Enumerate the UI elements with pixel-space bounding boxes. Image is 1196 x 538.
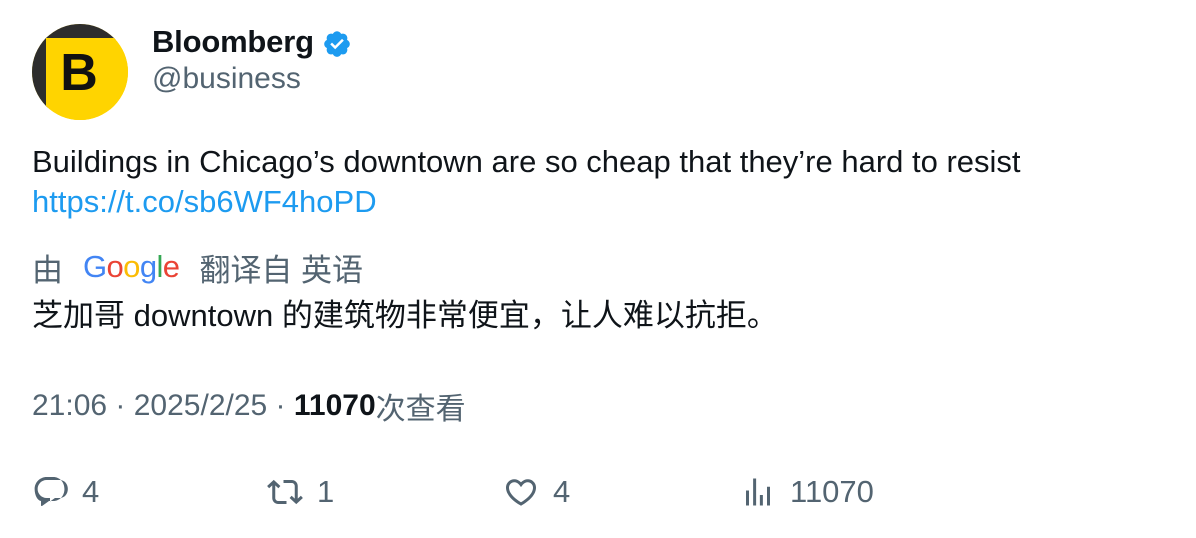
tweet-text: Buildings in Chicago’s downtown are so c… bbox=[32, 142, 1162, 222]
reply-icon bbox=[34, 477, 68, 507]
google-logo-letter: g bbox=[139, 249, 157, 284]
action-bar: 4 1 4 11070 bbox=[0, 470, 1196, 514]
author-name[interactable]: Bloomberg bbox=[152, 24, 314, 60]
google-logo-letter: e bbox=[162, 249, 180, 284]
verified-badge-icon[interactable] bbox=[322, 29, 352, 59]
retweet-icon bbox=[267, 479, 303, 505]
tweet-meta: 21:06 · 2025/2/25 · 11070 次查看 bbox=[32, 384, 466, 428]
heart-icon bbox=[505, 479, 537, 506]
translated-from-label: 翻译自 英语 bbox=[199, 252, 364, 288]
views-count: 11070 bbox=[293, 389, 376, 422]
tweet: B Bloomberg @business Buildings in Chica… bbox=[0, 0, 1196, 538]
views-label: 次查看 bbox=[375, 393, 466, 426]
retweet-count: 1 bbox=[317, 474, 335, 509]
like-count: 4 bbox=[553, 474, 571, 509]
like-button[interactable]: 4 bbox=[503, 470, 570, 514]
reply-count: 4 bbox=[82, 474, 100, 509]
avatar[interactable]: B bbox=[32, 24, 128, 120]
translated-by-label: 由 bbox=[32, 252, 63, 288]
author-handle[interactable]: @business bbox=[152, 62, 301, 96]
meta-separator: · bbox=[267, 389, 294, 422]
tweet-link[interactable]: https://t.co/sb6WF4hoPD bbox=[32, 182, 1162, 222]
retweet-button[interactable]: 1 bbox=[267, 470, 334, 514]
tweet-date[interactable]: 2025/2/25 bbox=[134, 389, 267, 423]
analytics-icon bbox=[746, 478, 770, 506]
tweet-time[interactable]: 21:06 bbox=[32, 389, 107, 423]
author-name-row: Bloomberg bbox=[152, 22, 352, 62]
views-action-count: 11070 bbox=[790, 474, 874, 509]
views-button[interactable]: 11070 bbox=[740, 470, 874, 514]
google-logo-letter: o bbox=[123, 249, 140, 284]
translation-attribution: 由 Google 翻译自 英语 bbox=[32, 246, 363, 288]
google-logo-letter: o bbox=[106, 249, 124, 284]
google-logo-letter: G bbox=[83, 249, 107, 284]
google-logo[interactable]: Google bbox=[83, 249, 180, 285]
meta-separator: · bbox=[107, 389, 134, 422]
reply-button[interactable]: 4 bbox=[32, 470, 99, 514]
avatar-letter: B bbox=[60, 44, 98, 102]
translated-text: 芝加哥 downtown 的建筑物非常便宜，让人难以抗拒。 bbox=[32, 298, 778, 333]
tweet-body: Buildings in Chicago’s downtown are so c… bbox=[32, 144, 1021, 179]
